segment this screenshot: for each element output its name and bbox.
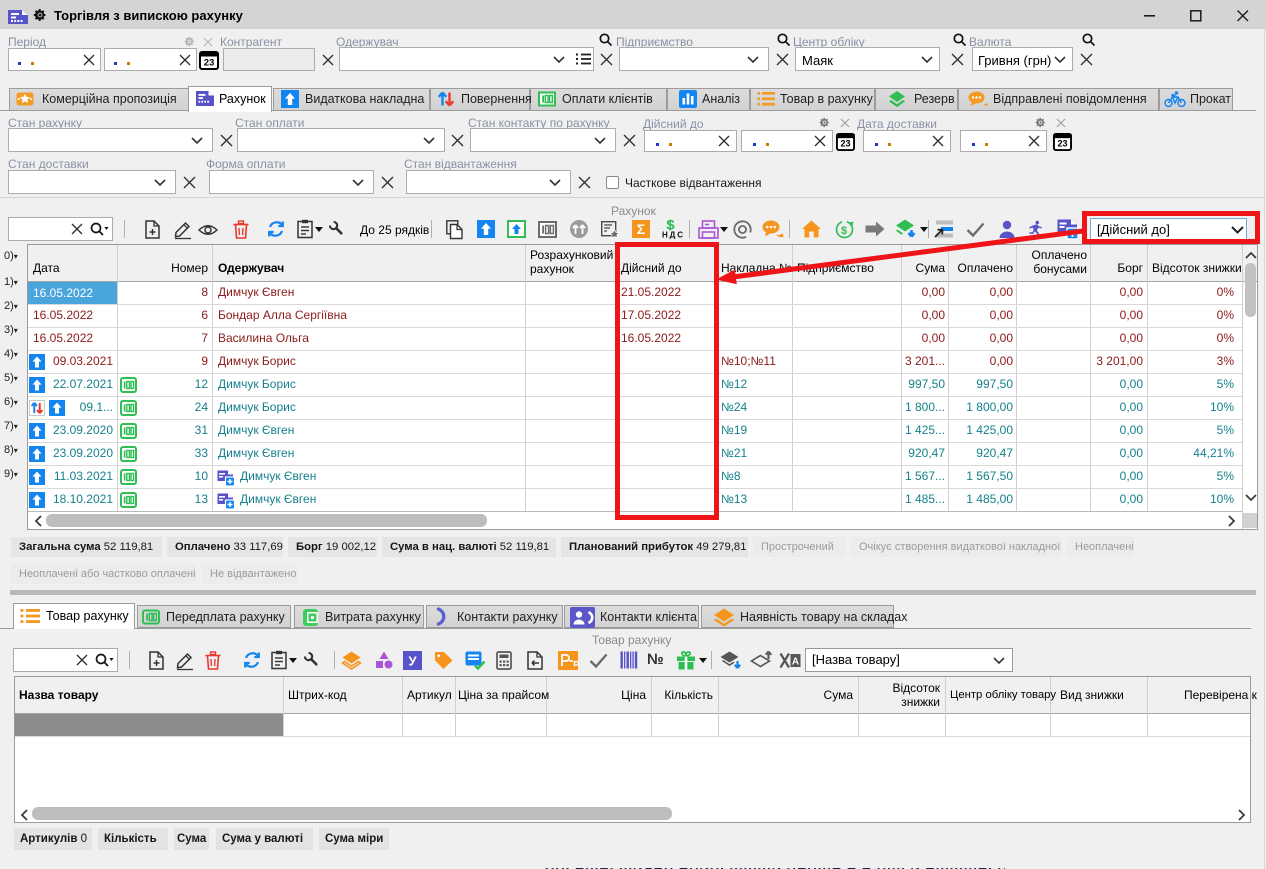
svg-text:$: $ <box>841 225 847 237</box>
svg-text:Σ: Σ <box>637 221 645 237</box>
svg-text:23: 23 <box>1057 139 1067 149</box>
svg-text:23: 23 <box>204 58 215 69</box>
svg-text:A: A <box>792 657 799 668</box>
svg-text:НДС: НДС <box>662 231 683 240</box>
svg-text:23: 23 <box>840 139 850 149</box>
svg-text:У: У <box>408 654 417 669</box>
